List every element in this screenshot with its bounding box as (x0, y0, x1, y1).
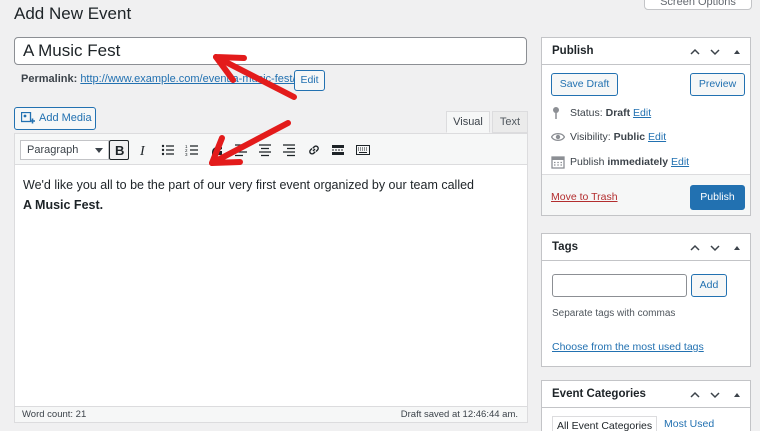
align-left-button[interactable] (231, 140, 251, 160)
publish-box: Publish Save Draft Preview Status: Draft… (541, 37, 751, 216)
italic-button[interactable]: I (133, 140, 153, 160)
chevron-up-icon (690, 48, 700, 55)
chevron-down-icon (710, 49, 720, 56)
tags-input[interactable] (552, 274, 687, 297)
content-text: We'd like you all to be the part of our … (23, 178, 475, 192)
publish-actions: Move to Trash Publish (542, 174, 750, 215)
add-tag-button[interactable]: Add (691, 274, 727, 297)
align-center-icon (259, 144, 271, 157)
toggle-panel-button[interactable] (732, 243, 742, 253)
publish-box-title: Publish (552, 45, 594, 57)
calendar-icon (551, 156, 565, 169)
toolbar-toggle-icon (356, 145, 370, 155)
categories-box-header: Event Categories (542, 381, 750, 408)
blockquote-icon (212, 147, 222, 155)
chevron-down-icon (95, 148, 103, 153)
screen-options-button[interactable]: Screen Options (644, 0, 752, 10)
align-right-icon (283, 144, 295, 157)
move-down-button[interactable] (710, 243, 720, 253)
schedule-value: immediately (607, 156, 669, 168)
align-center-button[interactable] (255, 140, 275, 160)
move-to-trash-link[interactable]: Move to Trash (551, 191, 618, 203)
permalink-url-link[interactable]: http://www.example.com/event/a-music-fes… (80, 73, 295, 85)
toolbar-toggle-button[interactable] (353, 140, 373, 160)
numbered-list-icon: 123 (185, 144, 198, 157)
link-icon (309, 145, 319, 155)
status-label: Status: (570, 107, 603, 119)
status-value: Draft (605, 107, 631, 119)
word-count: Word count: 21 (22, 409, 87, 420)
post-title-input[interactable] (14, 37, 527, 65)
read-more-icon (332, 145, 344, 155)
triangle-up-icon (734, 246, 740, 250)
bold-button[interactable]: B (109, 140, 129, 160)
format-select-value: Paragraph (27, 144, 79, 156)
add-media-icon (21, 112, 35, 124)
italic-icon: I (139, 144, 146, 157)
move-down-button[interactable] (710, 47, 720, 57)
visibility-edit-link[interactable]: Edit (648, 131, 666, 143)
publish-box-header: Publish (542, 38, 750, 65)
categories-box-title: Event Categories (552, 388, 646, 400)
align-right-button[interactable] (279, 140, 299, 160)
tab-all-event-categories[interactable]: All Event Categories (552, 416, 658, 431)
chevron-down-icon (710, 245, 720, 252)
chevron-up-icon (690, 244, 700, 251)
event-categories-box: Event Categories All Event Categories Mo… (541, 380, 751, 431)
link-button[interactable] (304, 140, 324, 160)
align-left-icon (235, 144, 247, 157)
schedule-label: Publish (570, 156, 605, 168)
move-up-button[interactable] (690, 47, 700, 57)
choose-tags-link[interactable]: Choose from the most used tags (552, 341, 704, 353)
permalink-edit-button[interactable]: Edit (294, 70, 325, 91)
move-up-button[interactable] (690, 390, 700, 400)
bold-icon: B (115, 143, 124, 157)
tags-hint: Separate tags with commas (552, 308, 676, 319)
toggle-panel-button[interactable] (732, 390, 742, 400)
tab-text[interactable]: Text (492, 111, 528, 133)
svg-text:B: B (115, 143, 124, 157)
content-editor: Paragraph B I 123 We'd like you all to b… (14, 133, 528, 423)
pin-icon (553, 107, 559, 119)
save-draft-button[interactable]: Save Draft (551, 73, 618, 96)
visibility-label: Visibility: (570, 131, 611, 143)
editor-toolbar: Paragraph B I 123 (15, 134, 527, 165)
permalink: Permalink: http://www.example.com/event/… (21, 73, 296, 85)
move-up-button[interactable] (690, 243, 700, 253)
chevron-down-icon (710, 392, 720, 399)
format-select[interactable]: Paragraph (20, 140, 109, 160)
tab-most-used[interactable]: Most Used (664, 418, 714, 430)
permalink-label: Permalink: (21, 73, 78, 85)
bullet-list-button[interactable] (158, 140, 178, 160)
toggle-panel-button[interactable] (732, 47, 742, 57)
move-down-button[interactable] (710, 390, 720, 400)
publish-button[interactable]: Publish (690, 185, 745, 210)
read-more-button[interactable] (328, 140, 348, 160)
bullet-list-icon (161, 144, 174, 156)
preview-button[interactable]: Preview (690, 73, 745, 96)
schedule-edit-link[interactable]: Edit (671, 156, 689, 168)
status-edit-link[interactable]: Edit (633, 107, 651, 119)
tags-box-header: Tags (542, 234, 750, 261)
chevron-up-icon (690, 391, 700, 398)
editor-content[interactable]: We'd like you all to be the part of our … (23, 175, 519, 215)
tags-box-title: Tags (552, 241, 578, 253)
svg-text:I: I (139, 144, 146, 157)
page-title: Add New Event (14, 4, 132, 23)
blockquote-button[interactable] (207, 140, 227, 160)
content-bold-text: A Music Fest. (23, 198, 104, 212)
add-media-label: Add Media (39, 112, 92, 124)
svg-text:3: 3 (185, 152, 188, 157)
editor-statusbar: Word count: 21 Draft saved at 12:46:44 a… (15, 406, 527, 422)
tab-visual[interactable]: Visual (446, 111, 490, 133)
eye-icon (551, 132, 565, 142)
add-media-button[interactable]: Add Media (14, 107, 96, 130)
draft-saved-status: Draft saved at 12:46:44 am. (400, 409, 518, 420)
triangle-up-icon (734, 393, 740, 397)
visibility-value: Public (613, 131, 646, 143)
triangle-up-icon (734, 50, 740, 54)
numbered-list-button[interactable]: 123 (182, 140, 202, 160)
tags-box: Tags Add Separate tags with commas Choos… (541, 233, 751, 367)
